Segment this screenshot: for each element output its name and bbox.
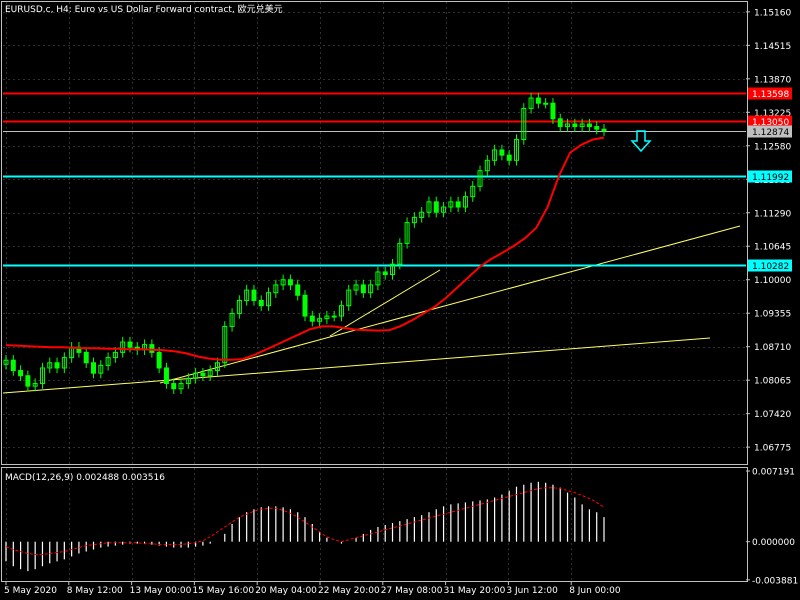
time-tick-label: 5 May 2020	[4, 586, 57, 596]
time-tick-label: 31 May 20:00	[444, 586, 506, 596]
candle-body	[287, 279, 293, 286]
time-tick-label: 8 Jun 00:00	[569, 586, 621, 596]
chart-title: EURUSD.c, H4: Euro vs US Dollar Forward …	[5, 3, 283, 15]
resistance-high-tag-label: 1.13598	[752, 90, 789, 100]
candle-body	[10, 359, 16, 372]
price-tick-label: 1.14515	[754, 42, 791, 52]
candle-body	[455, 201, 461, 208]
time-tick-label: 15 May 16:00	[192, 586, 254, 596]
sell-arrow-icon	[630, 130, 652, 153]
macd-tick-label: 0.007191	[752, 468, 795, 478]
candle-body	[18, 370, 24, 377]
price-tick-label: 1.13870	[754, 75, 791, 85]
candle-body	[25, 375, 31, 387]
time-tick-label: 8 May 12:00	[67, 586, 123, 596]
support-low-tag-label: 1.10282	[752, 262, 789, 272]
price-tick-label: 1.07420	[754, 410, 791, 420]
time-tick-label: 20 May 04:00	[255, 586, 317, 596]
candle-body	[601, 128, 607, 132]
main-chart-frame[interactable]	[1, 1, 748, 465]
candle-body	[586, 123, 592, 128]
macd-label: MACD(12,26,9) 0.002488 0.003516	[5, 473, 165, 483]
candle-body	[258, 299, 264, 307]
trading-chart[interactable]: 1.151601.145151.138701.132251.125801.119…	[0, 0, 800, 600]
candle-body	[309, 315, 315, 322]
price-tick-label: 1.10645	[754, 243, 791, 253]
candle-body	[91, 362, 97, 374]
candle-body	[54, 362, 60, 369]
price-tick-label: 1.12580	[754, 142, 791, 152]
current-price-tag-label: 1.12874	[752, 128, 789, 138]
time-tick-label: 3 Jun 12:00	[506, 586, 558, 596]
price-tick-label: 1.09355	[754, 310, 791, 320]
candle-body	[295, 284, 301, 296]
price-tick-label: 1.08710	[754, 343, 791, 353]
price-tick-label: 1.08065	[754, 377, 791, 387]
time-tick-label: 27 May 08:00	[381, 586, 443, 596]
candle-body	[543, 102, 549, 105]
candle-body	[382, 271, 388, 276]
price-tick-label: 1.15160	[754, 8, 791, 18]
candle-body	[331, 315, 337, 318]
price-tick-label: 1.10000	[754, 276, 791, 286]
price-tick-label: 1.06775	[754, 444, 791, 454]
candle-body	[594, 126, 600, 130]
candle-body	[535, 97, 541, 104]
candle-body	[360, 284, 366, 294]
price-axis: 1.151601.145151.138701.132251.125801.119…	[746, 8, 791, 454]
candle-body	[171, 383, 177, 390]
candle-body	[433, 201, 439, 213]
time-tick-label: 13 May 00:00	[130, 586, 192, 596]
time-axis: 5 May 2020 8 May 12:00 13 May 00:00 15 May …	[4, 581, 621, 596]
candle-body	[149, 344, 155, 353]
macd-tick-label: -0.003881	[752, 576, 798, 586]
support-high-tag-label: 1.11992	[752, 173, 789, 183]
candle-body	[550, 102, 556, 120]
candle-body	[83, 351, 89, 364]
candle-body	[302, 294, 308, 317]
time-tick-label: 22 May 20:00	[318, 586, 380, 596]
candle-body	[499, 149, 505, 156]
macd-indicator	[5, 481, 605, 572]
macd-axis: 0.007191 0.000000 -0.003881	[746, 468, 798, 586]
candle-body	[557, 118, 563, 128]
candle-body	[200, 372, 206, 377]
ma-series	[5, 136, 605, 361]
chart-grid	[3, 2, 746, 581]
price-tick-label: 1.11290	[754, 209, 791, 219]
candle-body	[127, 341, 133, 348]
macd-panel-frame[interactable]	[1, 467, 748, 582]
candle-body	[156, 351, 162, 369]
ma-line	[5, 136, 605, 361]
candle-body	[506, 154, 512, 161]
trendlines	[2, 225, 741, 394]
macd-tick-label: 0.000000	[752, 538, 795, 548]
candle-body	[572, 123, 578, 128]
candle-body	[251, 289, 257, 301]
candle-body	[163, 367, 169, 385]
